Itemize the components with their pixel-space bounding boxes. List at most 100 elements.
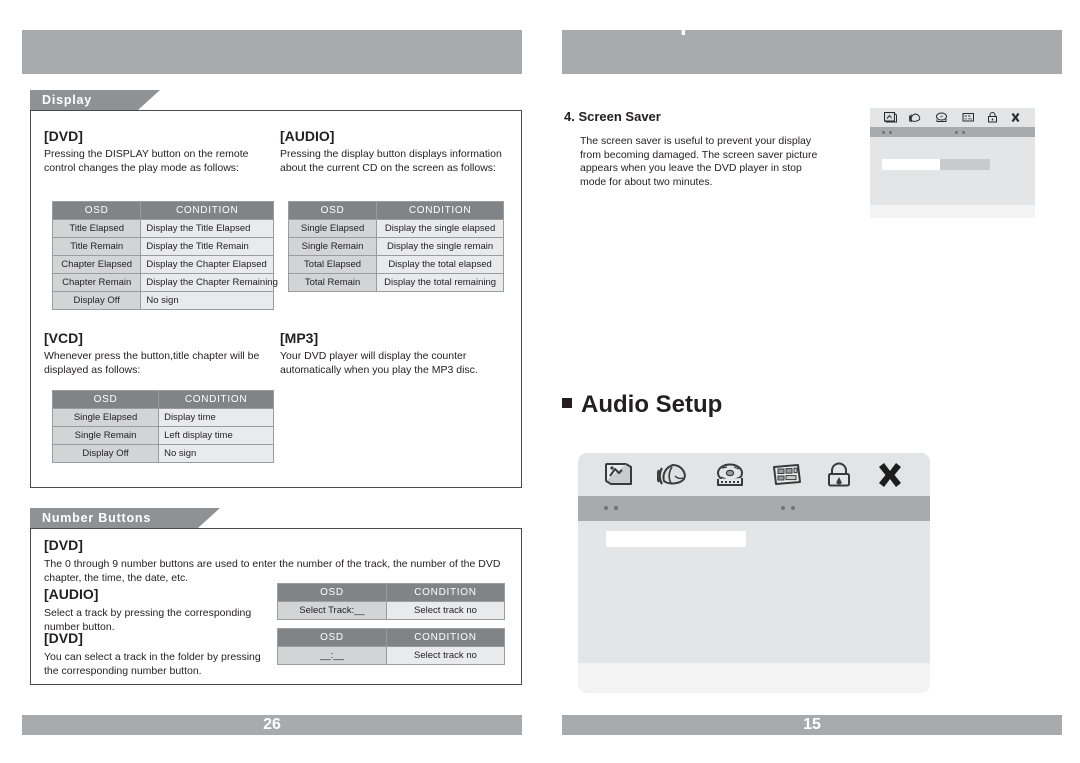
- table-row: Single Remain Display the single remain: [287, 237, 504, 256]
- osd-dots-right: [781, 506, 795, 510]
- table-cell-cond: Display the single elapsed: [376, 219, 504, 238]
- table-cell-osd: Total Elapsed: [287, 255, 378, 274]
- table-cell-cond: Display the Chapter Elapsed: [140, 255, 274, 274]
- table-header-cell: CONDITION: [140, 201, 274, 220]
- osd-dot: [889, 131, 892, 134]
- display-vcd-table: OSD CONDITION Single Elapsed Display tim…: [51, 390, 274, 463]
- osd-dots-left: [604, 506, 618, 510]
- parental-lock-icon[interactable]: [826, 462, 852, 488]
- audio-setup-icon[interactable]: [909, 112, 923, 123]
- display-dvd-table: OSD CONDITION Title Elapsed Display the …: [51, 201, 278, 310]
- table-cell-osd: Select Track:__: [277, 601, 387, 620]
- table-cell-osd: Display Off: [51, 444, 160, 463]
- table-row: Chapter Remain Display the Chapter Remai…: [51, 273, 278, 292]
- table-cell-osd: Single Remain: [287, 237, 378, 256]
- display-audio-paragraph: Pressing the display button displays inf…: [280, 148, 502, 174]
- osd-footer: [578, 663, 930, 693]
- left-page-title: DVD Functions: [22, 8, 208, 36]
- table-row: Chapter Elapsed Display the Chapter Elap…: [51, 255, 274, 274]
- right-page-footer-bar: 15: [562, 715, 1062, 735]
- osd-icon-bar: [578, 453, 930, 496]
- table-row: Select Track:__ Select track no: [277, 601, 506, 620]
- table-cell-cond: Display the total elapsed: [376, 255, 504, 274]
- osd-selected-item[interactable]: [606, 531, 746, 547]
- right-page-number: 15: [803, 716, 821, 733]
- right-page-title: DVD Setup: [562, 8, 696, 36]
- exit-setup-icon[interactable]: [1010, 112, 1021, 123]
- osd-preview-body: [870, 137, 1035, 205]
- osd-dot: [962, 131, 965, 134]
- left-page-number: 26: [263, 716, 281, 733]
- table-cell-osd: Title Remain: [51, 237, 142, 256]
- table-row: Display Off No sign: [51, 444, 274, 463]
- audio-setup-osd-screen: [578, 453, 930, 693]
- table-cell-cond: Display the single remain: [376, 237, 504, 256]
- display-vcd-heading: [VCD]: [44, 330, 83, 346]
- table-row: Single Elapsed Display time: [51, 408, 274, 427]
- numberbuttons-dvd1-paragraph: The 0 through 9 number buttons are used …: [44, 558, 501, 584]
- table-header-cell: OSD: [51, 390, 160, 409]
- display-mp3-paragraph: Your DVD player will display the counter…: [280, 350, 478, 376]
- numberbuttons-dvd1-heading: [DVD]: [44, 537, 83, 553]
- table-cell-cond: Display time: [158, 408, 274, 427]
- osd-preview-value-bar[interactable]: [940, 159, 990, 170]
- audio-setup-heading-text: Audio Setup: [581, 391, 723, 418]
- osd-dot: [781, 506, 785, 510]
- table-header-cell: CONDITION: [158, 390, 274, 409]
- table-row: __:__ Select track no: [277, 646, 506, 665]
- display-mp3-heading: [MP3]: [280, 330, 319, 346]
- osd-dot: [791, 506, 795, 510]
- table-row: Single Remain Left display time: [51, 426, 274, 445]
- table-cell-osd: Title Elapsed: [51, 219, 142, 238]
- display-vcd-paragraph: Whenever press the button,title chapter …: [44, 350, 260, 376]
- osd-preview-icon-bar: [870, 108, 1035, 127]
- display-audio-table: OSD CONDITION Single Elapsed Display the…: [287, 201, 504, 292]
- section-tab-display: Display: [30, 90, 160, 110]
- screen-saver-osd-preview: [870, 108, 1035, 218]
- right-page: DVD Setup 4. Screen Saver The screen sav…: [540, 0, 1080, 763]
- table-row: Title Elapsed Display the Title Elapsed: [51, 219, 274, 238]
- osd-preview-footer: [870, 205, 1035, 218]
- table-cell-osd: Single Elapsed: [51, 408, 160, 427]
- audio-setup-icon[interactable]: [657, 462, 691, 488]
- left-page-footer-bar: 26: [22, 715, 522, 735]
- exit-setup-icon[interactable]: [876, 462, 904, 488]
- display-dvd-paragraph: Pressing the DISPLAY button on the remot…: [44, 148, 249, 174]
- osd-dot: [882, 131, 885, 134]
- table-cell-osd: Single Remain: [51, 426, 160, 445]
- left-page: DVD Functions Display [DVD] Pressing the…: [0, 0, 540, 763]
- osd-sub-bar: [578, 496, 930, 521]
- osd-preview-selected-item[interactable]: [882, 159, 940, 170]
- screen-saver-paragraph: The screen saver is useful to prevent yo…: [580, 135, 818, 188]
- general-setup-icon[interactable]: [604, 462, 634, 488]
- table-row: Total Elapsed Display the total elapsed: [287, 255, 504, 274]
- preference-setup-icon[interactable]: [962, 112, 975, 123]
- general-setup-icon[interactable]: [884, 112, 898, 123]
- section-tab-number-buttons: Number Buttons: [30, 508, 220, 528]
- osd-dot: [614, 506, 618, 510]
- table-row: Title Remain Display the Title Remain: [51, 237, 274, 256]
- osd-dot: [604, 506, 608, 510]
- numberbuttons-dvd2-heading: [DVD]: [44, 630, 83, 646]
- screen-saver-heading: 4. Screen Saver: [564, 109, 661, 124]
- numberbuttons-dvd2-paragraph: You can select a track in the folder by …: [44, 651, 261, 677]
- square-bullet-icon: [562, 398, 572, 408]
- display-dvd-heading: [DVD]: [44, 128, 83, 144]
- table-header-cell: CONDITION: [385, 583, 506, 602]
- table-cell-cond: Select track no: [385, 646, 506, 665]
- table-cell-cond: No sign: [140, 291, 274, 310]
- video-setup-icon[interactable]: [935, 112, 949, 123]
- osd-preview-dots-right: [955, 131, 965, 134]
- osd-dot: [955, 131, 958, 134]
- table-header-cell: OSD: [277, 583, 387, 602]
- table-cell-cond: Select track no: [385, 601, 506, 620]
- video-setup-icon[interactable]: [715, 462, 747, 488]
- table-cell-cond: Display the Title Elapsed: [140, 219, 274, 238]
- table-cell-osd: Display Off: [51, 291, 142, 310]
- preference-setup-icon[interactable]: [771, 462, 803, 488]
- parental-lock-icon[interactable]: [987, 112, 998, 123]
- table-cell-osd: Chapter Remain: [51, 273, 142, 292]
- table-cell-osd: Total Remain: [287, 273, 378, 292]
- display-audio-heading: [AUDIO]: [280, 128, 335, 144]
- numberbuttons-audio-heading: [AUDIO]: [44, 586, 99, 602]
